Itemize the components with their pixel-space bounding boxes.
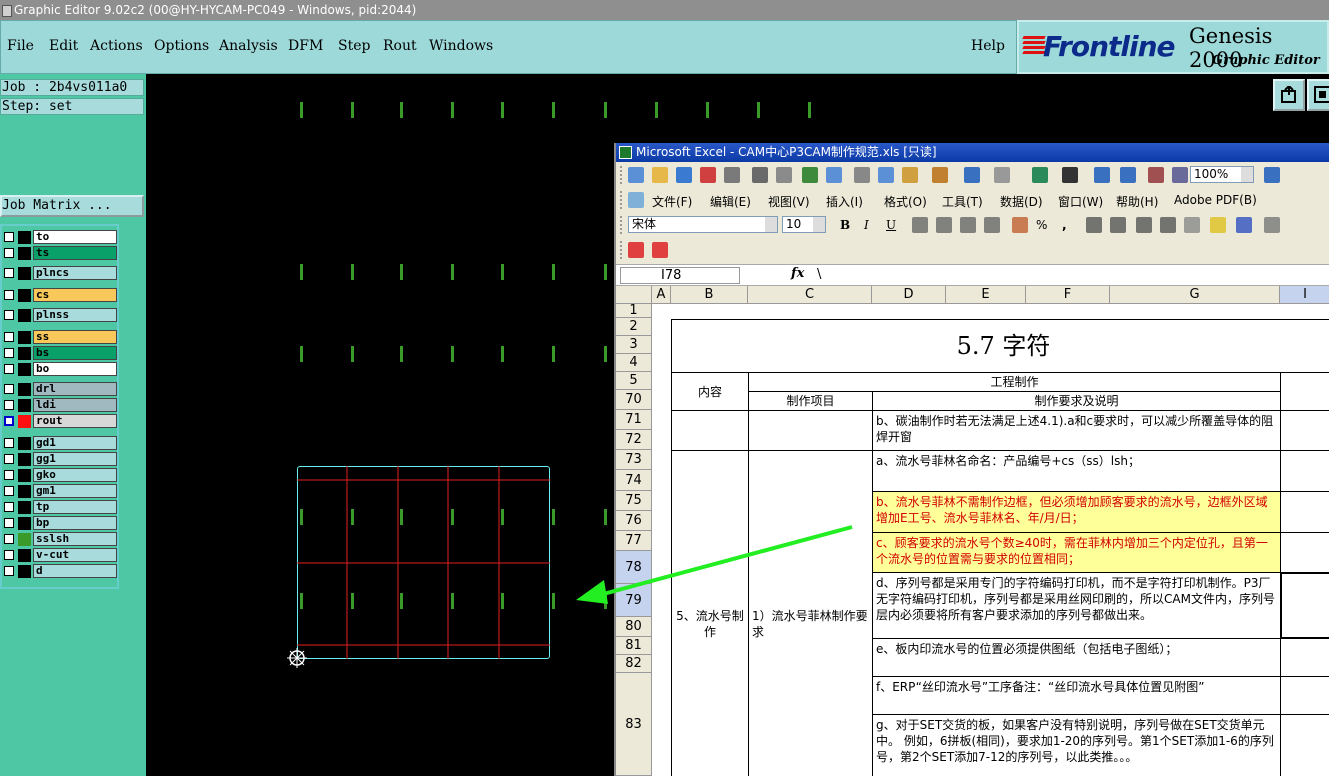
annotation-overlay <box>576 525 853 604</box>
green-arrow-line <box>595 525 853 598</box>
green-arrow-head <box>576 580 608 604</box>
